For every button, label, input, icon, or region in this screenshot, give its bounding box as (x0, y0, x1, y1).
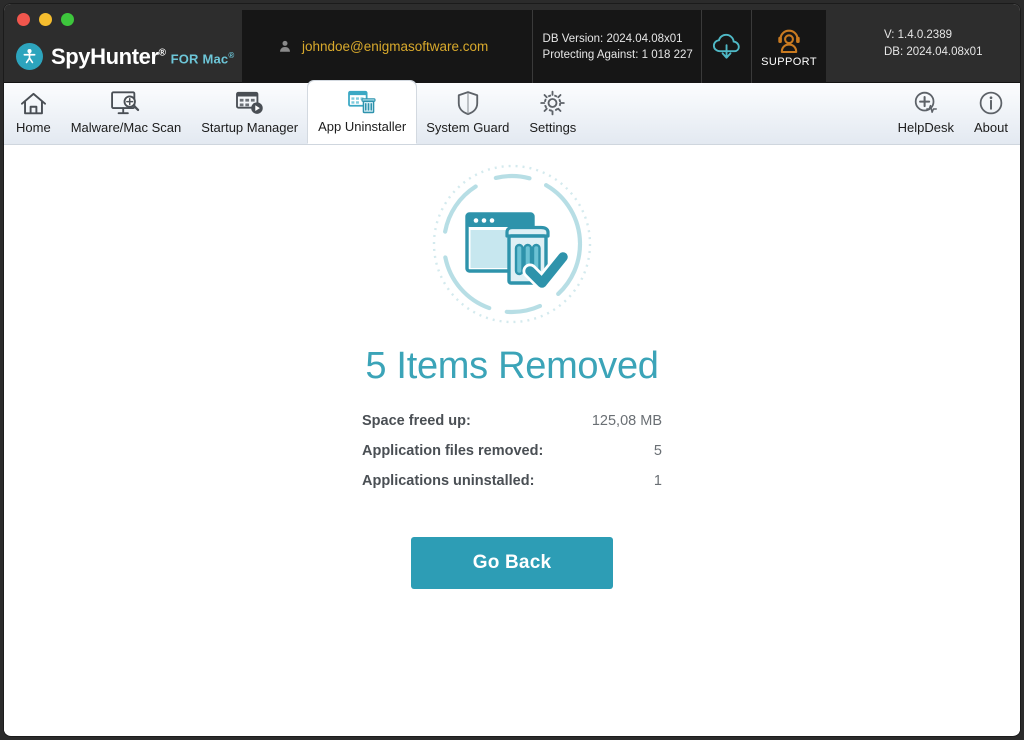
info-icon (978, 89, 1004, 117)
brand-sub: FOR Mac® (170, 51, 235, 67)
db-version-text: DB Version: 2024.04.08x01 (542, 32, 683, 45)
support-cell[interactable]: SUPPORT (751, 10, 826, 83)
stat-value: 1 (653, 473, 662, 489)
tab-system-guard-label: System Guard (426, 120, 510, 135)
spyhunter-app-window: SpyHunter® FOR Mac® johndoe@enigmasoftwa… (4, 4, 1020, 736)
tab-system-guard[interactable]: System Guard (416, 82, 519, 144)
stat-value: 125,08 MB (591, 413, 662, 429)
support-label: SUPPORT (761, 55, 817, 68)
minimize-window-button[interactable] (39, 13, 52, 26)
update-cell[interactable] (701, 10, 751, 83)
support-headset-icon (778, 29, 800, 53)
tab-home[interactable]: Home (6, 82, 61, 144)
monitor-search-icon (110, 89, 142, 117)
version-block: V: 1.4.0.2389 DB: 2024.04.08x01 (884, 4, 982, 83)
home-icon (20, 89, 47, 117)
stat-row: Space freed up: 125,08 MB (362, 413, 662, 429)
window-controls (17, 13, 74, 26)
account-cell[interactable]: johndoe@enigmasoftware.com (242, 10, 532, 83)
tab-app-uninstaller[interactable]: App Uninstaller (308, 81, 417, 144)
go-back-button[interactable]: Go Back (411, 537, 613, 589)
brand-logo: SpyHunter® FOR Mac® (16, 43, 234, 70)
page-title: 5 Items Removed (365, 345, 659, 387)
hero-icon-wrap (4, 161, 1020, 327)
tab-malware-mac-scan-label: Malware/Mac Scan (70, 120, 182, 135)
main-navigation: Home Malware/Mac Scan Startup Manager Ap… (4, 81, 1020, 145)
shield-icon (456, 89, 480, 117)
account-email: johndoe@enigmasoftware.com (302, 39, 489, 54)
stat-value: 5 (653, 443, 662, 459)
app-version-text: V: 1.4.0.2389 (884, 29, 952, 41)
header-info-strip: johndoe@enigmasoftware.com DB Version: 2… (242, 10, 826, 83)
close-window-button[interactable] (17, 13, 30, 26)
brand-name: SpyHunter® (51, 43, 166, 69)
tab-settings[interactable]: Settings (519, 82, 586, 144)
maximize-window-button[interactable] (61, 13, 74, 26)
gear-icon (539, 89, 566, 117)
stat-label: Space freed up: (362, 413, 471, 429)
spyhunter-person-icon (16, 43, 43, 70)
tab-helpdesk[interactable]: HelpDesk (888, 82, 964, 144)
stats-list: Space freed up: 125,08 MB Application fi… (4, 413, 1020, 489)
db-info-cell: DB Version: 2024.04.08x01 Protecting Aga… (531, 10, 702, 83)
app-uninstaller-icon (347, 88, 377, 116)
tab-app-uninstaller-label: App Uninstaller (318, 119, 407, 134)
stat-row: Applications uninstalled: 1 (362, 473, 662, 489)
stat-label: Application files removed: (362, 443, 544, 459)
tab-about[interactable]: About (964, 82, 1018, 144)
stat-row: Application files removed: 5 (362, 443, 662, 459)
title-bar: SpyHunter® FOR Mac® johndoe@enigmasoftwa… (4, 4, 1020, 83)
protecting-against-text: Protecting Against: 1 018 227 (542, 48, 693, 61)
helpdesk-pulse-icon (912, 89, 940, 117)
tab-startup-manager-label: Startup Manager (201, 120, 299, 135)
user-icon (280, 40, 290, 52)
db-date-text: DB: 2024.04.08x01 (884, 46, 983, 58)
main-content: 5 Items Removed Space freed up: 125,08 M… (4, 145, 1020, 734)
tab-helpdesk-label: HelpDesk (897, 120, 955, 135)
window-trash-check-icon (432, 164, 592, 324)
stat-label: Applications uninstalled: (362, 473, 535, 489)
tab-about-label: About (974, 120, 1008, 135)
tab-startup-manager[interactable]: Startup Manager (191, 82, 308, 144)
go-back-wrap: Go Back (4, 537, 1020, 589)
startup-play-icon (235, 89, 265, 117)
tab-home-label: Home (16, 120, 51, 135)
tab-malware-mac-scan[interactable]: Malware/Mac Scan (61, 82, 192, 144)
cloud-download-icon (712, 33, 740, 59)
tab-settings-label: Settings (529, 120, 577, 135)
